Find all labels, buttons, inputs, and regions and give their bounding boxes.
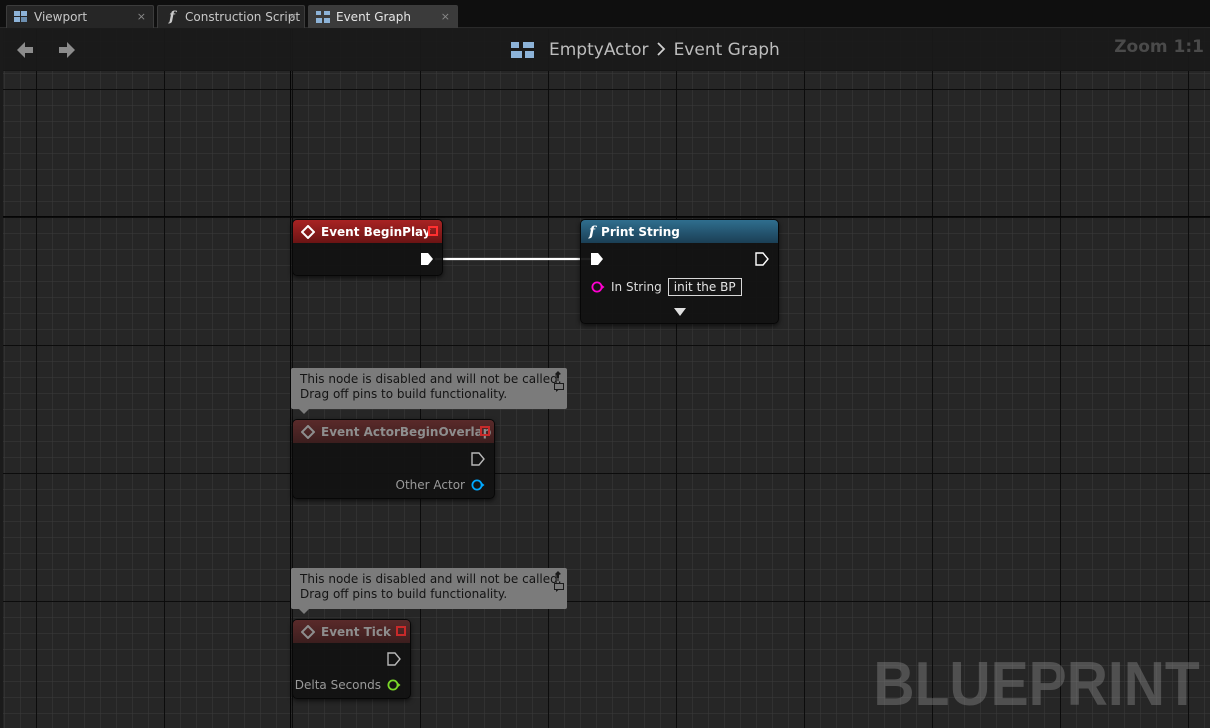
breadcrumb-parent[interactable]: EmptyActor — [549, 40, 649, 60]
event-diamond-icon — [301, 624, 315, 639]
event-graph-icon — [316, 10, 330, 24]
document-tab-bar: Viewport × f Construction Script × Event… — [0, 0, 1210, 28]
back-arrow-icon[interactable] — [14, 39, 36, 61]
tab-label: Construction Script — [185, 10, 301, 24]
tab-event-graph[interactable]: Event Graph × — [308, 5, 458, 28]
exec-input-pin[interactable] — [590, 252, 604, 266]
node-title: Print String — [601, 224, 680, 239]
zoom-level: Zoom 1:1 — [1114, 37, 1204, 57]
exec-wire[interactable] — [3, 29, 1210, 728]
other-actor-pin[interactable]: Other Actor — [396, 478, 485, 492]
comment-line: This node is disabled and will not be ca… — [300, 372, 562, 386]
tab-label: Event Graph — [336, 10, 411, 24]
node-header[interactable]: Event BeginPlay — [293, 220, 442, 243]
in-string-pin[interactable]: In String init the BP — [591, 278, 742, 296]
exec-output-pin[interactable] — [387, 652, 401, 666]
node-event-beginplay[interactable]: Event BeginPlay — [292, 219, 443, 276]
function-icon: f — [589, 223, 596, 240]
breadcrumb: EmptyActor Event Graph — [511, 39, 780, 61]
tab-construction-script[interactable]: f Construction Script × — [157, 5, 305, 28]
tab-viewport[interactable]: Viewport × — [6, 5, 154, 28]
chevron-down-icon — [674, 308, 686, 316]
delta-seconds-pin[interactable]: Delta Seconds — [295, 678, 401, 692]
node-title: Event ActorBeginOverlap — [321, 424, 492, 439]
close-icon[interactable]: × — [441, 10, 450, 23]
node-event-actorbeginoverlap[interactable]: Event ActorBeginOverlap Other Actor — [292, 419, 495, 499]
exec-output-pin[interactable] — [755, 252, 769, 266]
pin-label: In String — [611, 280, 662, 294]
close-icon[interactable]: × — [288, 10, 297, 23]
node-header[interactable]: Event Tick — [293, 620, 410, 643]
disabled-node-comment: This node is disabled and will not be ca… — [291, 568, 567, 614]
node-title: Event BeginPlay — [321, 224, 431, 239]
node-header[interactable]: f Print String — [581, 220, 778, 243]
string-pin-icon[interactable] — [591, 281, 605, 293]
comment-line: This node is disabled and will not be ca… — [300, 572, 562, 586]
node-event-tick[interactable]: Event Tick Delta Seconds — [292, 619, 411, 699]
forward-arrow-icon[interactable] — [56, 39, 78, 61]
chevron-right-icon — [656, 41, 666, 60]
float-pin-icon[interactable] — [387, 679, 401, 691]
pin-icon[interactable] — [553, 571, 563, 581]
event-graph-canvas[interactable]: EmptyActor Event Graph Zoom 1:1 Event Be… — [3, 29, 1210, 728]
tab-label: Viewport — [34, 10, 88, 24]
viewport-icon — [14, 10, 28, 24]
graph-header-bar: EmptyActor Event Graph Zoom 1:1 — [3, 29, 1210, 71]
node-header[interactable]: Event ActorBeginOverlap — [293, 420, 494, 443]
node-print-string[interactable]: f Print String In String init the BP — [580, 219, 779, 324]
comment-bubble-icon[interactable] — [554, 583, 564, 592]
function-icon: f — [168, 9, 176, 25]
delegate-pin-icon[interactable] — [428, 226, 438, 236]
comment-line: Drag off pins to build functionality. — [300, 387, 508, 401]
comment-line: Drag off pins to build functionality. — [300, 587, 508, 601]
pin-label: Delta Seconds — [294, 678, 381, 692]
disabled-node-comment: This node is disabled and will not be ca… — [291, 368, 567, 414]
event-diamond-icon — [301, 424, 315, 439]
breadcrumb-current: Event Graph — [673, 40, 780, 60]
object-pin-icon[interactable] — [471, 479, 485, 491]
delegate-pin-icon[interactable] — [480, 426, 490, 436]
blueprint-watermark: BLUEPRINT — [873, 650, 1200, 719]
delegate-pin-icon[interactable] — [396, 626, 406, 636]
exec-output-pin[interactable] — [420, 252, 434, 266]
pin-icon[interactable] — [553, 371, 563, 381]
pin-label: Other Actor — [395, 478, 465, 492]
comment-bubble-icon[interactable] — [554, 383, 564, 392]
event-diamond-icon — [301, 224, 315, 239]
in-string-input[interactable]: init the BP — [667, 278, 742, 296]
expand-advanced-button[interactable] — [674, 308, 686, 316]
node-title: Event Tick — [321, 624, 392, 639]
exec-output-pin[interactable] — [471, 452, 485, 466]
close-icon[interactable]: × — [137, 10, 146, 23]
event-graph-icon — [511, 40, 535, 60]
